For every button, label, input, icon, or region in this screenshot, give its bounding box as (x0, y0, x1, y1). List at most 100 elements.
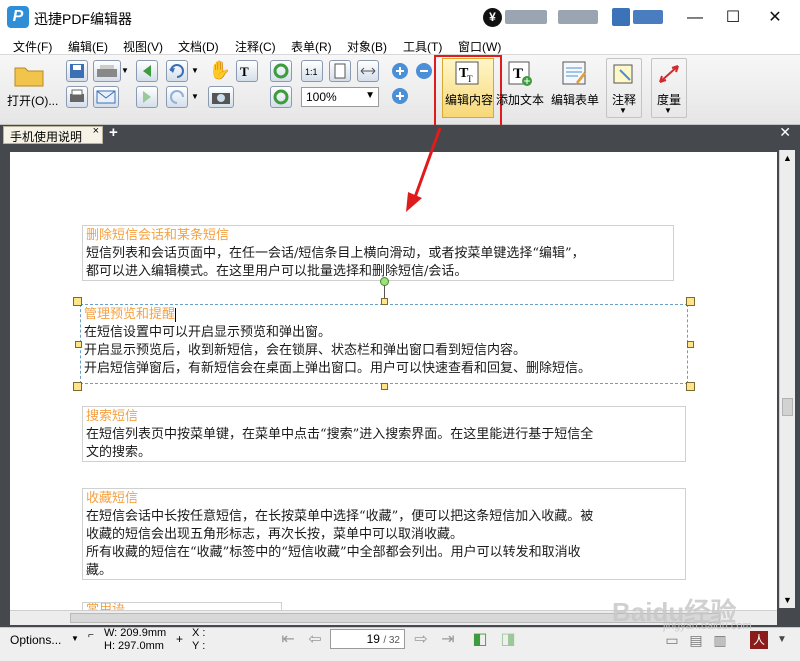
scroll-down-icon[interactable]: ▼ (783, 595, 792, 605)
tab-document[interactable]: 手机使用说明 × (3, 125, 103, 144)
tab-close-icon[interactable]: × (93, 125, 99, 137)
svg-text:1:1: 1:1 (305, 67, 318, 77)
email-icon[interactable] (93, 86, 119, 108)
watermark-subtext: jingyan.baidu.com (663, 620, 752, 632)
block-line: 藏。 (86, 563, 113, 578)
svg-text:T: T (240, 64, 249, 79)
menu-document[interactable]: 文档(D) (178, 38, 219, 55)
open-button[interactable] (13, 62, 47, 88)
resize-handle-sw[interactable] (73, 382, 82, 391)
resize-handle-e[interactable] (687, 341, 694, 348)
options-dropdown[interactable]: Options... (10, 633, 61, 647)
block-line: 在短信设置中可以开启显示预览和弹出窗。 (84, 325, 332, 340)
add-text-icon[interactable]: T (506, 60, 534, 88)
scanner-icon[interactable] (93, 60, 121, 82)
text-block[interactable]: 收藏短信 在短信会话中长按任意短信，在长按菜单中选择“收藏”，便可以把这条短信加… (82, 488, 686, 580)
pdf-icon[interactable]: 人 (750, 631, 768, 649)
block-line: 文的搜索。 (86, 445, 152, 460)
page-number-input[interactable]: 19 / 32 (330, 629, 405, 649)
zoom-in-icon[interactable] (390, 61, 410, 81)
block-line: 在短信会话中长按任意短信，在长按菜单中选择“收藏”，便可以把这条短信加入收藏。被 (86, 509, 594, 524)
resize-handle-s[interactable] (381, 383, 388, 390)
select-text-icon[interactable]: T (236, 60, 258, 82)
snapshot-icon[interactable] (208, 86, 234, 108)
chevron-down-icon[interactable]: ▼ (775, 631, 789, 649)
rotate-ccw-icon[interactable] (270, 86, 292, 108)
undo-dropdown-icon[interactable]: ▼ (191, 66, 199, 75)
scanner-dropdown-icon[interactable]: ▼ (121, 66, 129, 75)
first-page-icon[interactable]: ⇤ (276, 631, 300, 649)
resize-handle-ne[interactable] (686, 297, 695, 306)
undo-icon[interactable] (166, 60, 188, 82)
actual-size-icon[interactable]: 1:1 (301, 60, 323, 82)
redo-dropdown-icon[interactable]: ▼ (191, 92, 199, 101)
text-block[interactable]: 删除短信会话和某条短信 短信列表和会话页面中，在任一会话/短信条目上横向滑动，或… (82, 225, 674, 281)
previous-page-icon[interactable] (136, 60, 158, 82)
resize-handle-w[interactable] (75, 341, 82, 348)
close-all-tabs-icon[interactable]: ✕ (779, 124, 791, 141)
menu-object[interactable]: 对象(B) (347, 38, 387, 55)
chevron-down-icon: ▼ (365, 90, 375, 101)
vertical-scrollbar[interactable]: ▲ ▼ (779, 150, 795, 608)
zoom-value: 100% (306, 90, 337, 104)
text-cursor (175, 307, 177, 322)
app-title: 迅捷PDF编辑器 (34, 11, 132, 27)
edit-form-icon[interactable] (560, 60, 588, 88)
next-page-icon[interactable] (136, 86, 158, 108)
coin-icon[interactable]: ¥ (483, 8, 502, 27)
resize-handle-se[interactable] (686, 382, 695, 391)
minimize-button[interactable]: — (680, 5, 710, 31)
menu-form[interactable]: 表单(R) (291, 38, 332, 55)
menu-comment[interactable]: 注释(C) (235, 38, 276, 55)
block-heading: 管理预览和提醒 (84, 307, 176, 322)
close-button[interactable]: ✕ (760, 5, 790, 31)
folder-icon (14, 67, 44, 87)
menu-edit[interactable]: 编辑(E) (68, 38, 108, 55)
save-icon[interactable] (66, 60, 88, 82)
block-line: 收藏的短信会出现五角形标志，再次长按，菜单中可以取消收藏。 (86, 527, 464, 542)
text-block[interactable]: 搜索短信 在短信列表页中按菜单键，在菜单中点击“搜索”进入搜索界面。在这里能进行… (82, 406, 686, 462)
scrollbar-thumb[interactable] (782, 398, 793, 416)
last-page-icon[interactable]: ⇥ (436, 631, 460, 649)
text-block[interactable]: 常用语 (82, 602, 282, 610)
resize-handle-n[interactable] (381, 298, 388, 305)
annotate-icon (610, 62, 638, 88)
red-arrow-annotation (406, 127, 442, 212)
fit-width-icon[interactable] (357, 60, 379, 82)
open-label: 打开(O)... (7, 94, 59, 108)
rotate-cw-icon[interactable] (270, 60, 292, 82)
menu-file[interactable]: 文件(F) (13, 38, 52, 55)
back-view-icon[interactable]: ◧ (468, 631, 492, 649)
chevron-down-icon[interactable]: ▼ (71, 634, 79, 643)
crosshair-icon: + (176, 632, 184, 646)
continuous-view-icon[interactable]: ▤ (686, 631, 706, 649)
redo-icon[interactable] (166, 86, 188, 108)
zoom-in-icon[interactable] (390, 86, 410, 106)
menu-view[interactable]: 视图(V) (123, 38, 163, 55)
maximize-button[interactable]: ☐ (718, 5, 748, 31)
selected-text-block[interactable]: 管理预览和提醒 在短信设置中可以开启显示预览和弹出窗。 开启显示预览后，收到新短… (80, 304, 688, 384)
scroll-up-icon[interactable]: ▲ (783, 153, 792, 163)
zoom-select[interactable]: 100% ▼ (301, 87, 379, 107)
user-avatar[interactable] (612, 8, 630, 26)
menu-bar: 文件(F) 编辑(E) 视图(V) 文档(D) 注释(C) 表单(R) 对象(B… (0, 35, 800, 55)
cursor-y: Y : (192, 640, 206, 652)
fit-page-icon[interactable] (329, 60, 351, 82)
rotate-handle[interactable] (380, 277, 389, 286)
forward-view-icon[interactable]: ◨ (496, 631, 520, 649)
block-heading: 常用语 (86, 602, 126, 610)
previous-page-icon[interactable]: ⇦ (303, 631, 327, 649)
resize-handle-nw[interactable] (73, 297, 82, 306)
single-page-view-icon[interactable]: ▭ (662, 631, 682, 649)
facing-view-icon[interactable]: ▥ (710, 631, 730, 649)
next-page-icon[interactable]: ⇨ (409, 631, 433, 649)
hand-tool-icon[interactable]: ✋ (208, 58, 232, 82)
print-icon[interactable] (66, 86, 88, 108)
menu-window[interactable]: 窗口(W) (458, 38, 501, 55)
zoom-out-icon[interactable] (414, 61, 434, 81)
page-width: W: 209.9mm (104, 627, 167, 639)
annotate-dropdown-icon: ▼ (619, 106, 627, 115)
menu-tools[interactable]: 工具(T) (403, 38, 442, 55)
block-line: 开启显示预览后，收到新短信，会在锁屏、状态栏和弹出窗口看到短信内容。 (84, 343, 527, 358)
add-tab-icon[interactable]: + (109, 124, 118, 141)
